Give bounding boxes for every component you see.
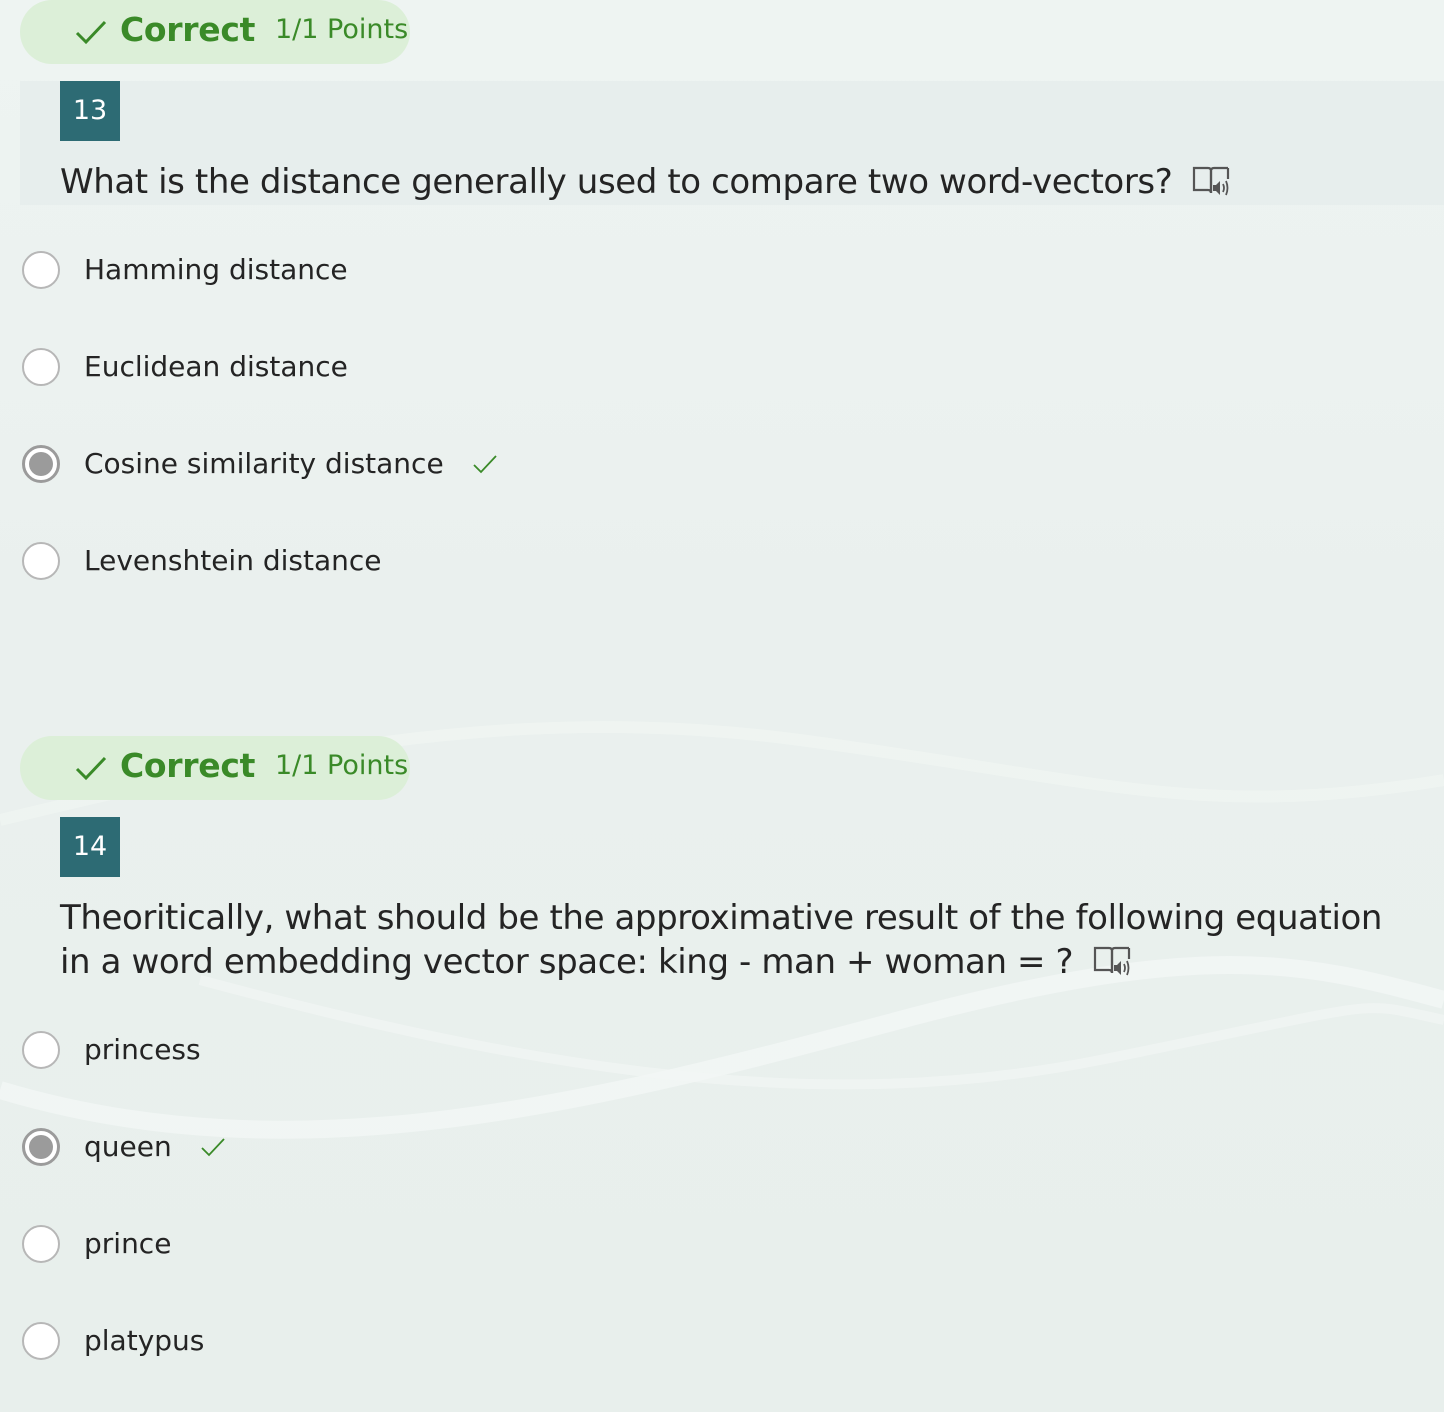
result-badge: Correct 1/1 Points [20, 0, 410, 64]
question-number: 13 [60, 81, 120, 141]
immersive-reader-icon[interactable] [1192, 165, 1230, 199]
radio-button[interactable] [22, 542, 60, 580]
radio-button-selected[interactable] [22, 445, 60, 483]
option-label: Euclidean distance [84, 350, 348, 383]
correct-check-icon [473, 455, 497, 474]
check-icon [75, 20, 107, 45]
option-label: prince [84, 1227, 172, 1260]
radio-button[interactable] [22, 1225, 60, 1263]
option-label: Cosine similarity distance [84, 447, 444, 480]
result-badge: Correct 1/1 Points [20, 736, 410, 800]
option-euclidean-distance[interactable]: Euclidean distance [22, 345, 348, 389]
option-label: Hamming distance [84, 253, 348, 286]
option-hamming-distance[interactable]: Hamming distance [22, 248, 348, 292]
option-prince[interactable]: prince [22, 1222, 171, 1266]
option-levenshtein-distance[interactable]: Levenshtein distance [22, 539, 382, 583]
radio-button-selected[interactable] [22, 1128, 60, 1166]
option-queen[interactable]: queen [22, 1125, 226, 1169]
question-text-content: What is the distance generally used to c… [60, 162, 1173, 202]
background-wave [0, 721, 1444, 1139]
correct-check-icon [201, 1138, 225, 1157]
immersive-reader-icon[interactable] [1093, 945, 1131, 979]
radio-button[interactable] [22, 348, 60, 386]
option-label: platypus [84, 1324, 205, 1357]
result-points: 1/1 Points [275, 14, 409, 45]
option-label: princess [84, 1033, 201, 1066]
question-text: Theoritically, what should be the approx… [60, 896, 1410, 984]
result-label: Correct [120, 746, 256, 785]
question-text-content: Theoritically, what should be the approx… [60, 898, 1383, 982]
radio-button[interactable] [22, 1322, 60, 1360]
radio-button[interactable] [22, 251, 60, 289]
option-platypus[interactable]: platypus [22, 1319, 204, 1363]
question-text: What is the distance generally used to c… [60, 160, 1430, 204]
option-label: queen [84, 1130, 172, 1163]
check-icon [75, 756, 107, 781]
result-points: 1/1 Points [275, 750, 409, 781]
result-label: Correct [120, 10, 256, 49]
question-number: 14 [60, 817, 120, 877]
option-princess[interactable]: princess [22, 1028, 201, 1072]
radio-button[interactable] [22, 1031, 60, 1069]
option-cosine-similarity-distance[interactable]: Cosine similarity distance [22, 442, 498, 486]
option-label: Levenshtein distance [84, 544, 382, 577]
